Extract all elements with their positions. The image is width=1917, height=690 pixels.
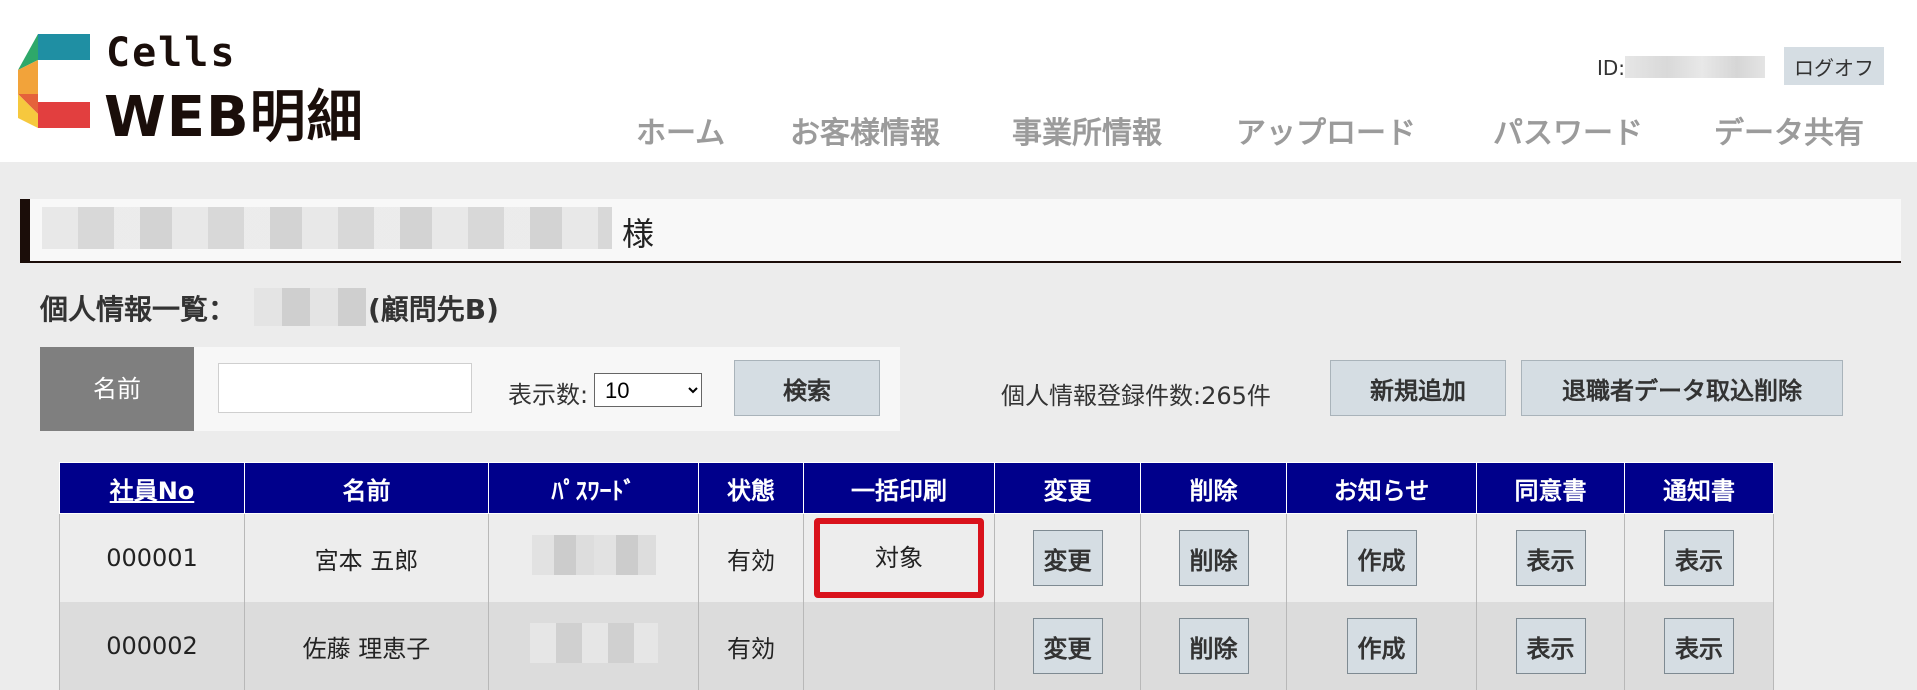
col-consent: 同意書 xyxy=(1476,462,1625,514)
delete-cell: 削除 xyxy=(1140,513,1287,602)
page-title: 個人情報一覧： xyxy=(40,293,237,326)
password-cell xyxy=(488,513,699,602)
client-label: (顧問先B) xyxy=(368,293,499,326)
notice-cell: 作成 xyxy=(1286,513,1477,602)
show-consent-button[interactable]: 表示 xyxy=(1515,618,1586,674)
notification-cell: 表示 xyxy=(1624,602,1774,690)
show-notification-button[interactable]: 表示 xyxy=(1664,530,1734,586)
search-panel: 名前 表示数: 10 検索 xyxy=(40,347,900,431)
nav-upload[interactable]: アップロード xyxy=(1236,108,1416,152)
bulk-print-cell[interactable] xyxy=(803,602,995,690)
notification-cell: 表示 xyxy=(1624,513,1774,602)
delete-cell: 削除 xyxy=(1140,602,1287,690)
bulk-print-target[interactable]: 対象 xyxy=(814,518,984,598)
consent-cell: 表示 xyxy=(1476,602,1625,690)
create-notice-button[interactable]: 作成 xyxy=(1346,530,1417,586)
change-cell: 変更 xyxy=(994,602,1141,690)
logo-cells-text: Cells xyxy=(106,30,237,76)
nav-data-share[interactable]: データ共有 xyxy=(1714,108,1864,152)
nav-password[interactable]: パスワード xyxy=(1493,108,1643,152)
perpage-label: 表示数: xyxy=(508,381,589,409)
col-employee-no[interactable]: 社員No xyxy=(59,462,245,514)
table-header-row: 社員No 名前 ﾊﾟｽﾜｰﾄﾞ 状態 一括印刷 変更 削除 お知らせ 同意書 通… xyxy=(59,462,1774,514)
title-suffix: 様 xyxy=(622,215,655,253)
notice-cell: 作成 xyxy=(1286,602,1477,690)
password-masked xyxy=(531,535,656,575)
search-button[interactable]: 検索 xyxy=(734,360,880,416)
consent-cell: 表示 xyxy=(1476,513,1625,602)
employee-name: 佐藤 理恵子 xyxy=(244,602,489,690)
name-search-input[interactable] xyxy=(218,363,472,413)
col-status: 状態 xyxy=(698,462,804,514)
client-name-masked xyxy=(254,288,366,326)
col-notice: お知らせ xyxy=(1286,462,1477,514)
change-button[interactable]: 変更 xyxy=(1032,530,1103,586)
password-cell xyxy=(488,602,699,690)
employee-name: 宮本 五郎 xyxy=(244,513,489,602)
create-notice-button[interactable]: 作成 xyxy=(1346,618,1417,674)
add-new-button[interactable]: 新規追加 xyxy=(1330,360,1506,416)
table-row: 000002 佐藤 理恵子 有効 変更 削除 作成 表示 表示 xyxy=(59,602,1774,690)
employee-table: 社員No 名前 ﾊﾟｽﾜｰﾄﾞ 状態 一括印刷 変更 削除 お知らせ 同意書 通… xyxy=(59,462,1774,690)
registered-count: 個人情報登録件数:265件 xyxy=(1001,382,1271,410)
col-name: 名前 xyxy=(244,462,489,514)
show-consent-button[interactable]: 表示 xyxy=(1515,530,1586,586)
password-masked xyxy=(529,623,658,663)
retired-data-delete-button[interactable]: 退職者データ取込削除 xyxy=(1521,360,1843,416)
logoff-button[interactable]: ログオフ xyxy=(1784,47,1884,85)
col-delete: 削除 xyxy=(1140,462,1287,514)
delete-button[interactable]: 削除 xyxy=(1178,530,1249,586)
perpage-select[interactable]: 10 xyxy=(594,373,702,407)
user-id-label: ID: xyxy=(1597,56,1626,80)
bulk-print-cell: 対象 xyxy=(803,513,995,602)
col-notification: 通知書 xyxy=(1624,462,1774,514)
col-change: 変更 xyxy=(994,462,1141,514)
name-filter-label: 名前 xyxy=(40,347,194,431)
customer-title-bar: 様 xyxy=(20,199,1901,263)
nav-customer-info[interactable]: お客様情報 xyxy=(790,108,940,152)
app-header: Cells WEB明細 ID: ログオフ ホーム お客様情報 事業所情報 アップ… xyxy=(0,0,1917,162)
employee-no: 000002 xyxy=(59,602,245,690)
status-cell: 有効 xyxy=(698,513,804,602)
show-notification-button[interactable]: 表示 xyxy=(1664,618,1734,674)
customer-name-masked xyxy=(42,207,612,249)
nav-home[interactable]: ホーム xyxy=(636,108,725,152)
col-bulk-print: 一括印刷 xyxy=(803,462,995,514)
user-id-masked xyxy=(1625,56,1765,78)
change-button[interactable]: 変更 xyxy=(1032,618,1103,674)
nav-office-info[interactable]: 事業所情報 xyxy=(1012,108,1162,152)
delete-button[interactable]: 削除 xyxy=(1178,618,1249,674)
change-cell: 変更 xyxy=(994,513,1141,602)
table-row: 000001 宮本 五郎 有効 対象 変更 削除 作成 表示 表示 xyxy=(59,513,1774,602)
main-nav: ホーム お客様情報 事業所情報 アップロード パスワード データ共有 xyxy=(0,108,1917,152)
col-password: ﾊﾟｽﾜｰﾄﾞ xyxy=(488,462,699,514)
employee-no: 000001 xyxy=(59,513,245,602)
status-cell: 有効 xyxy=(698,602,804,690)
